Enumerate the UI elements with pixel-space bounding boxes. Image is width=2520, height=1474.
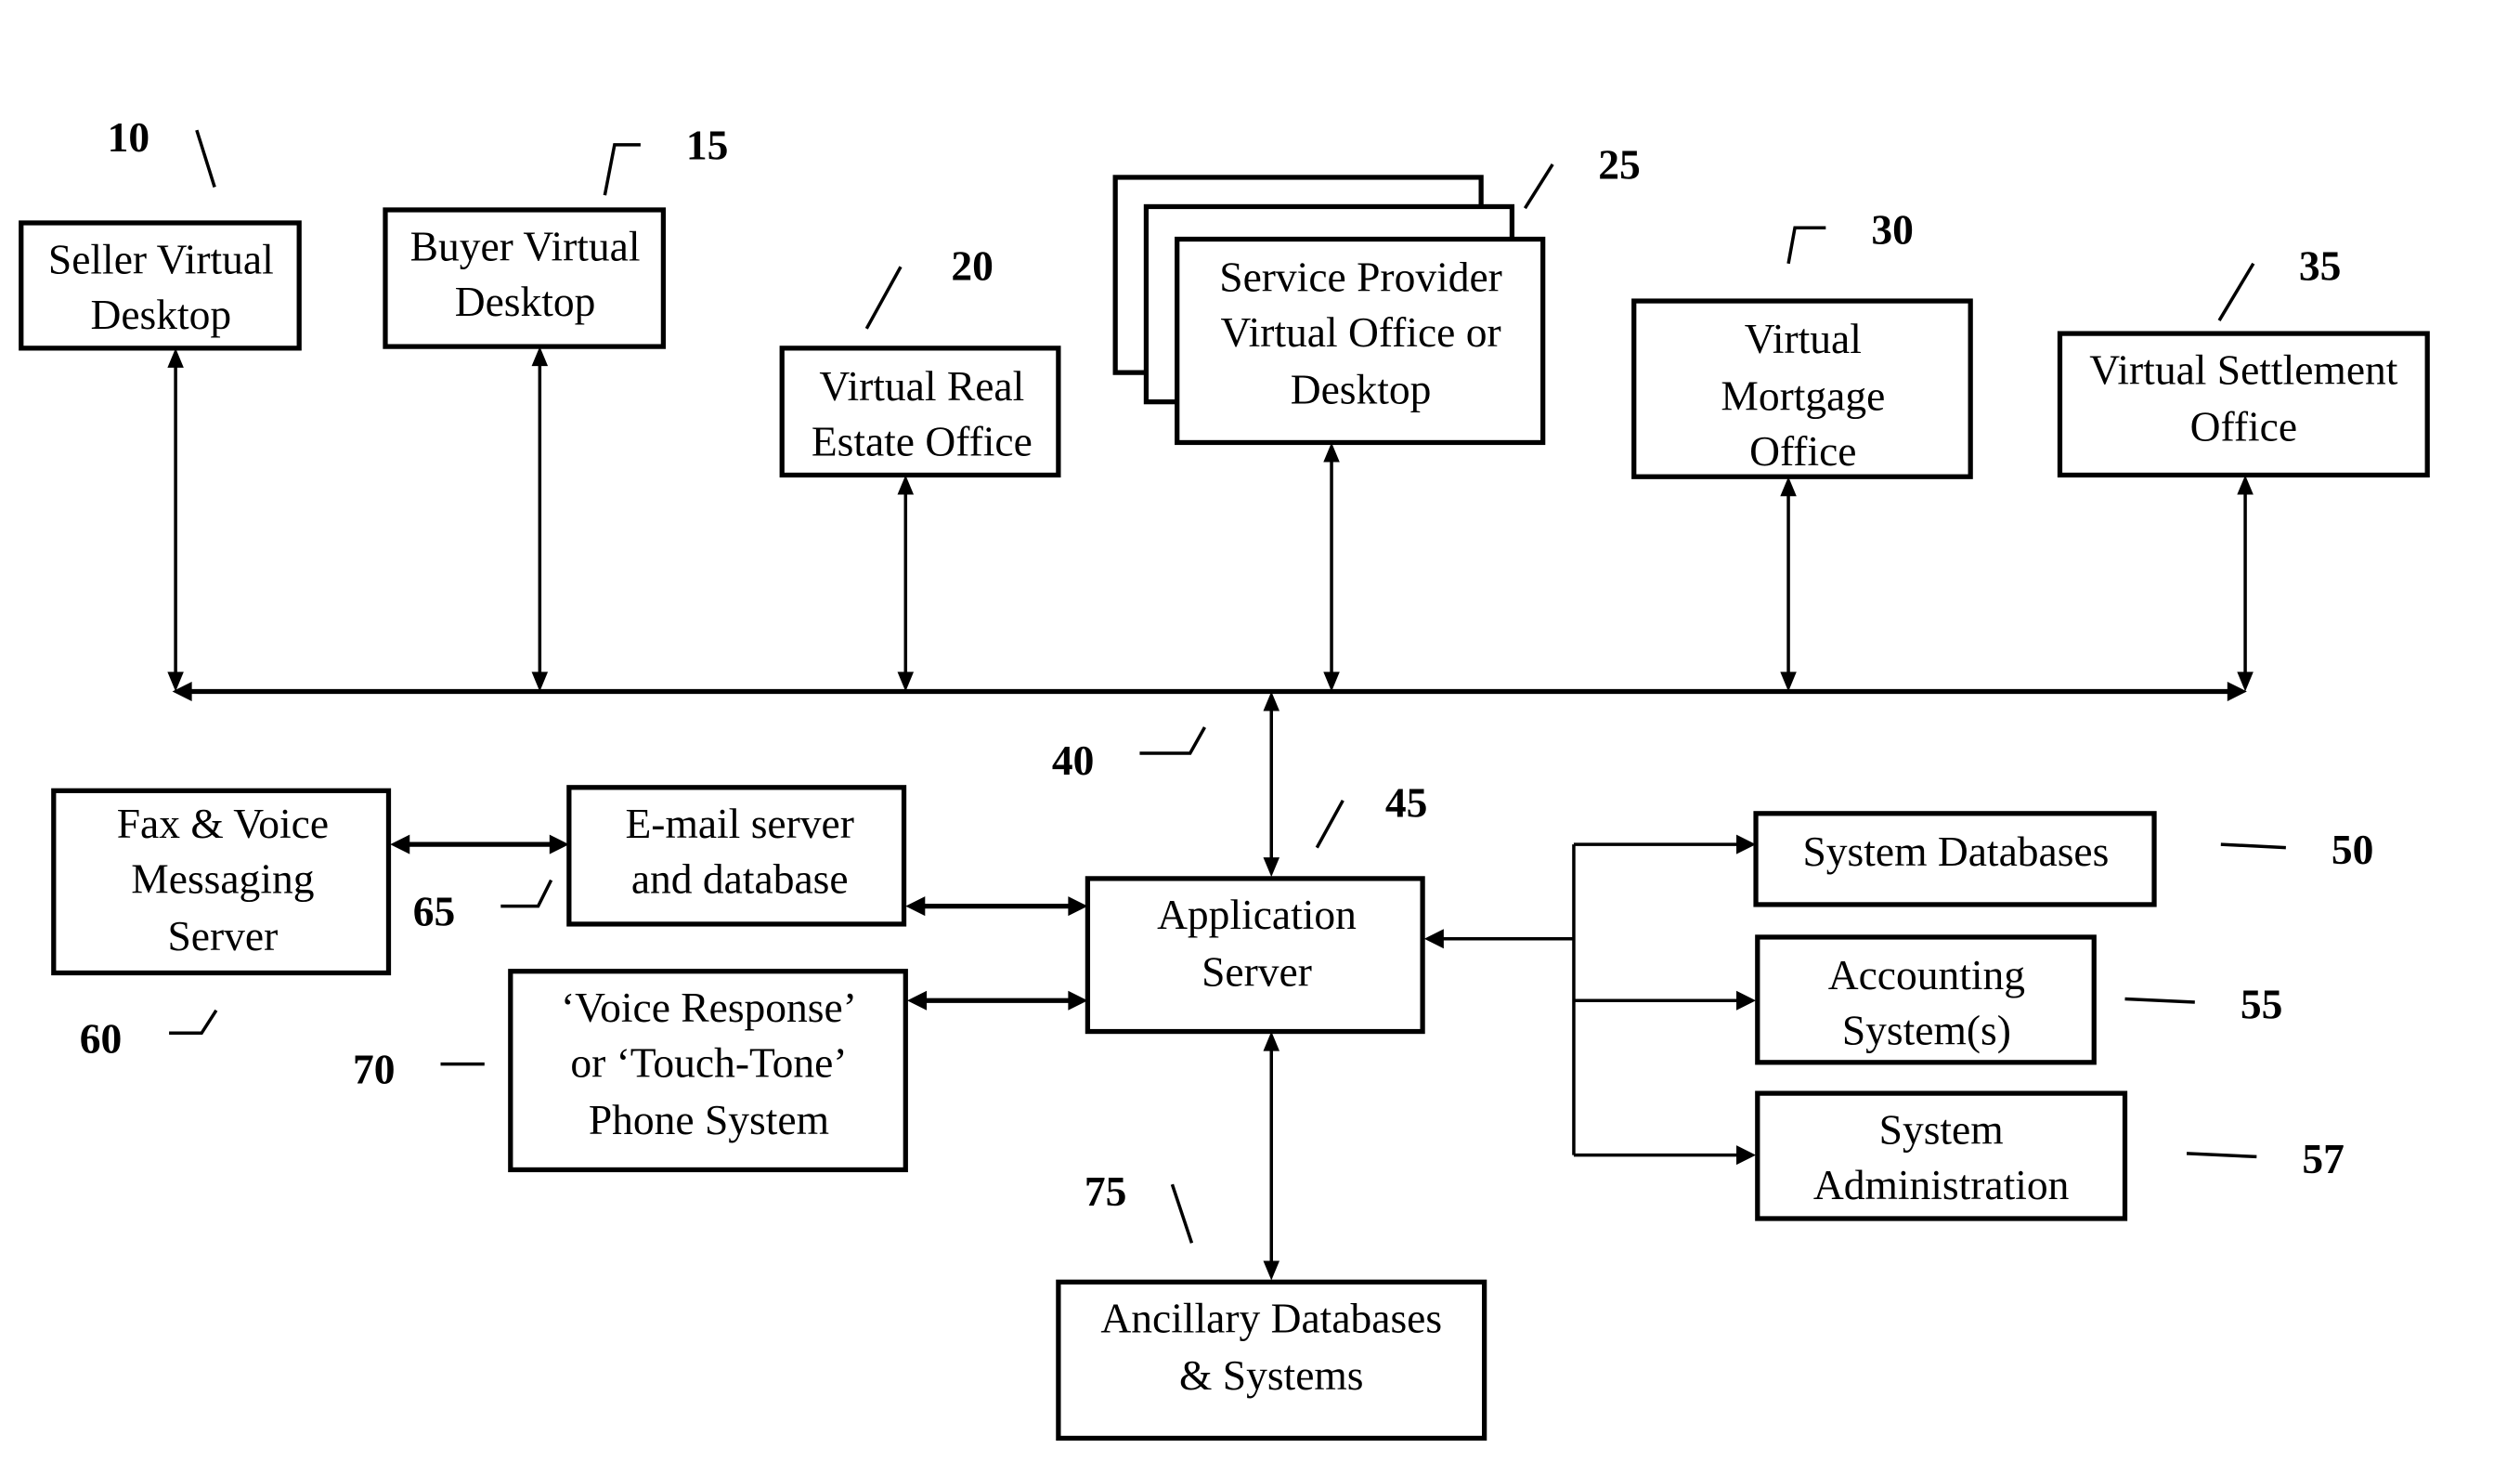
voice-response-label-line3: Phone System bbox=[589, 1096, 829, 1143]
ref-45: 45 bbox=[1385, 778, 1428, 826]
system-architecture-diagram: Seller Virtual Desktop 10 Buyer Virtual … bbox=[19, 113, 2430, 1441]
leader-20 bbox=[864, 266, 903, 330]
node-service-provider: Service Provider Virtual Office or Deskt… bbox=[1112, 141, 1641, 446]
email-label-line1: E-mail server bbox=[625, 800, 853, 847]
node-sys-admin: System Administration 57 bbox=[1755, 1090, 2345, 1221]
settlement-label-line2: Office bbox=[2190, 403, 2297, 450]
ref-40: 40 bbox=[1052, 737, 1095, 784]
fax-voice-label-line1: Fax & Voice bbox=[117, 800, 329, 847]
ref-65: 65 bbox=[413, 888, 456, 935]
sys-admin-label-line1: System bbox=[1879, 1105, 2004, 1153]
buyer-label-line2: Desktop bbox=[455, 278, 596, 325]
leader-75 bbox=[1170, 1183, 1194, 1244]
service-provider-label-line3: Desktop bbox=[1291, 365, 1432, 412]
leader-10 bbox=[195, 129, 216, 188]
mortgage-label-line1: Virtual bbox=[1745, 315, 1862, 362]
mortgage-label-line2: Mortgage bbox=[1721, 372, 1885, 419]
node-seller: Seller Virtual Desktop 10 bbox=[19, 113, 302, 351]
voice-response-label-line1: ‘Voice Response’ bbox=[561, 984, 857, 1031]
ref-70: 70 bbox=[353, 1046, 396, 1093]
fax-voice-label-line3: Server bbox=[167, 912, 278, 959]
node-fax-voice: Fax & Voice Messaging Server 60 bbox=[51, 788, 392, 1062]
ref-35: 35 bbox=[2299, 241, 2342, 289]
buyer-label-line1: Buyer Virtual bbox=[410, 222, 641, 269]
edge-seller-network bbox=[167, 347, 184, 692]
node-system-db: System Databases 50 bbox=[1753, 811, 2374, 907]
system-db-label: System Databases bbox=[1802, 828, 2109, 875]
arrow-to-fax bbox=[390, 834, 410, 854]
ancillary-label-line1: Ancillary Databases bbox=[1100, 1295, 1442, 1342]
service-provider-label-line2: Virtual Office or bbox=[1220, 308, 1500, 356]
arrow-to-accounting bbox=[1736, 990, 1757, 1011]
edge-fax-email bbox=[390, 834, 569, 854]
node-voice-response: ‘Voice Response’ or ‘Touch-Tone’ Phone S… bbox=[353, 969, 908, 1173]
ref-25: 25 bbox=[1598, 141, 1641, 189]
app-server-label-line1: Application bbox=[1157, 891, 1357, 938]
accounting-label-line1: Accounting bbox=[1828, 951, 2025, 998]
ref-57: 57 bbox=[2302, 1135, 2345, 1182]
settlement-label-line1: Virtual Settlement bbox=[2089, 346, 2398, 393]
ancillary-label-line2: & Systems bbox=[1179, 1351, 1363, 1399]
seller-label-line1: Seller Virtual bbox=[48, 235, 274, 282]
ref-75: 75 bbox=[1085, 1167, 1127, 1215]
edge-email-app-server bbox=[905, 896, 1088, 917]
leader-15 bbox=[603, 143, 641, 196]
node-accounting: Accounting System(s) 55 bbox=[1755, 934, 2283, 1065]
fax-voice-label-line2: Messaging bbox=[131, 855, 314, 903]
ref-30: 30 bbox=[1871, 206, 1914, 254]
leader-60 bbox=[169, 1009, 218, 1036]
email-label-line2: and database bbox=[631, 855, 849, 903]
ref-50: 50 bbox=[2332, 826, 2374, 873]
ref-10: 10 bbox=[108, 113, 150, 161]
voice-response-label-line2: or ‘Touch-Tone’ bbox=[570, 1039, 847, 1087]
arrow-into-app-server bbox=[1423, 929, 1444, 949]
real-estate-label-line2: Estate Office bbox=[812, 417, 1033, 464]
edge-buyer-network bbox=[531, 346, 549, 692]
accounting-label-line2: System(s) bbox=[1842, 1007, 2011, 1054]
ref-55: 55 bbox=[2241, 981, 2283, 1028]
leader-50 bbox=[2220, 842, 2286, 850]
ref-20: 20 bbox=[951, 241, 994, 289]
leader-55 bbox=[2124, 997, 2195, 1004]
arrow-to-email bbox=[549, 834, 569, 854]
ref-15: 15 bbox=[686, 122, 729, 169]
network-bus: 40 bbox=[172, 681, 2247, 784]
node-mortgage: Virtual Mortgage Office 30 bbox=[1631, 206, 1973, 479]
node-settlement: Virtual Settlement Office 35 bbox=[2057, 241, 2430, 478]
real-estate-label-line1: Virtual Real bbox=[819, 362, 1024, 410]
leader-65 bbox=[500, 879, 553, 908]
edge-network-app-server bbox=[1263, 691, 1280, 878]
edge-voice-response-app-server bbox=[907, 990, 1088, 1011]
service-provider-label-line1: Service Provider bbox=[1219, 254, 1502, 301]
seller-label-line2: Desktop bbox=[91, 291, 232, 338]
app-server-label-line2: Server bbox=[1202, 947, 1312, 995]
leader-30 bbox=[1786, 226, 1826, 265]
leader-25 bbox=[1523, 163, 1554, 210]
node-buyer: Buyer Virtual Desktop 15 bbox=[383, 122, 729, 349]
edge-real-estate-network bbox=[897, 475, 915, 692]
arrow-to-sys-admin bbox=[1736, 1145, 1757, 1166]
edge-app-server-ancillary bbox=[1263, 1031, 1280, 1281]
node-app-server: Application Server 45 bbox=[1085, 778, 1428, 1035]
node-real-estate: Virtual Real Estate Office 20 bbox=[779, 241, 1061, 478]
edge-service-provider-network bbox=[1323, 442, 1340, 692]
right-branch bbox=[1423, 834, 1757, 1166]
leader-35 bbox=[2217, 262, 2255, 321]
ref-60: 60 bbox=[80, 1014, 123, 1062]
arrow-to-system-db bbox=[1736, 834, 1757, 854]
edge-settlement-network bbox=[2237, 475, 2254, 692]
leader-40 bbox=[1139, 726, 1206, 755]
edge-mortgage-network bbox=[1780, 476, 1797, 692]
mortgage-label-line3: Office bbox=[1749, 427, 1856, 475]
sys-admin-label-line2: Administration bbox=[1813, 1161, 2070, 1208]
leader-57 bbox=[2186, 1152, 2257, 1159]
leader-45 bbox=[1315, 799, 1344, 849]
node-email: E-mail server and database 65 bbox=[413, 785, 907, 935]
